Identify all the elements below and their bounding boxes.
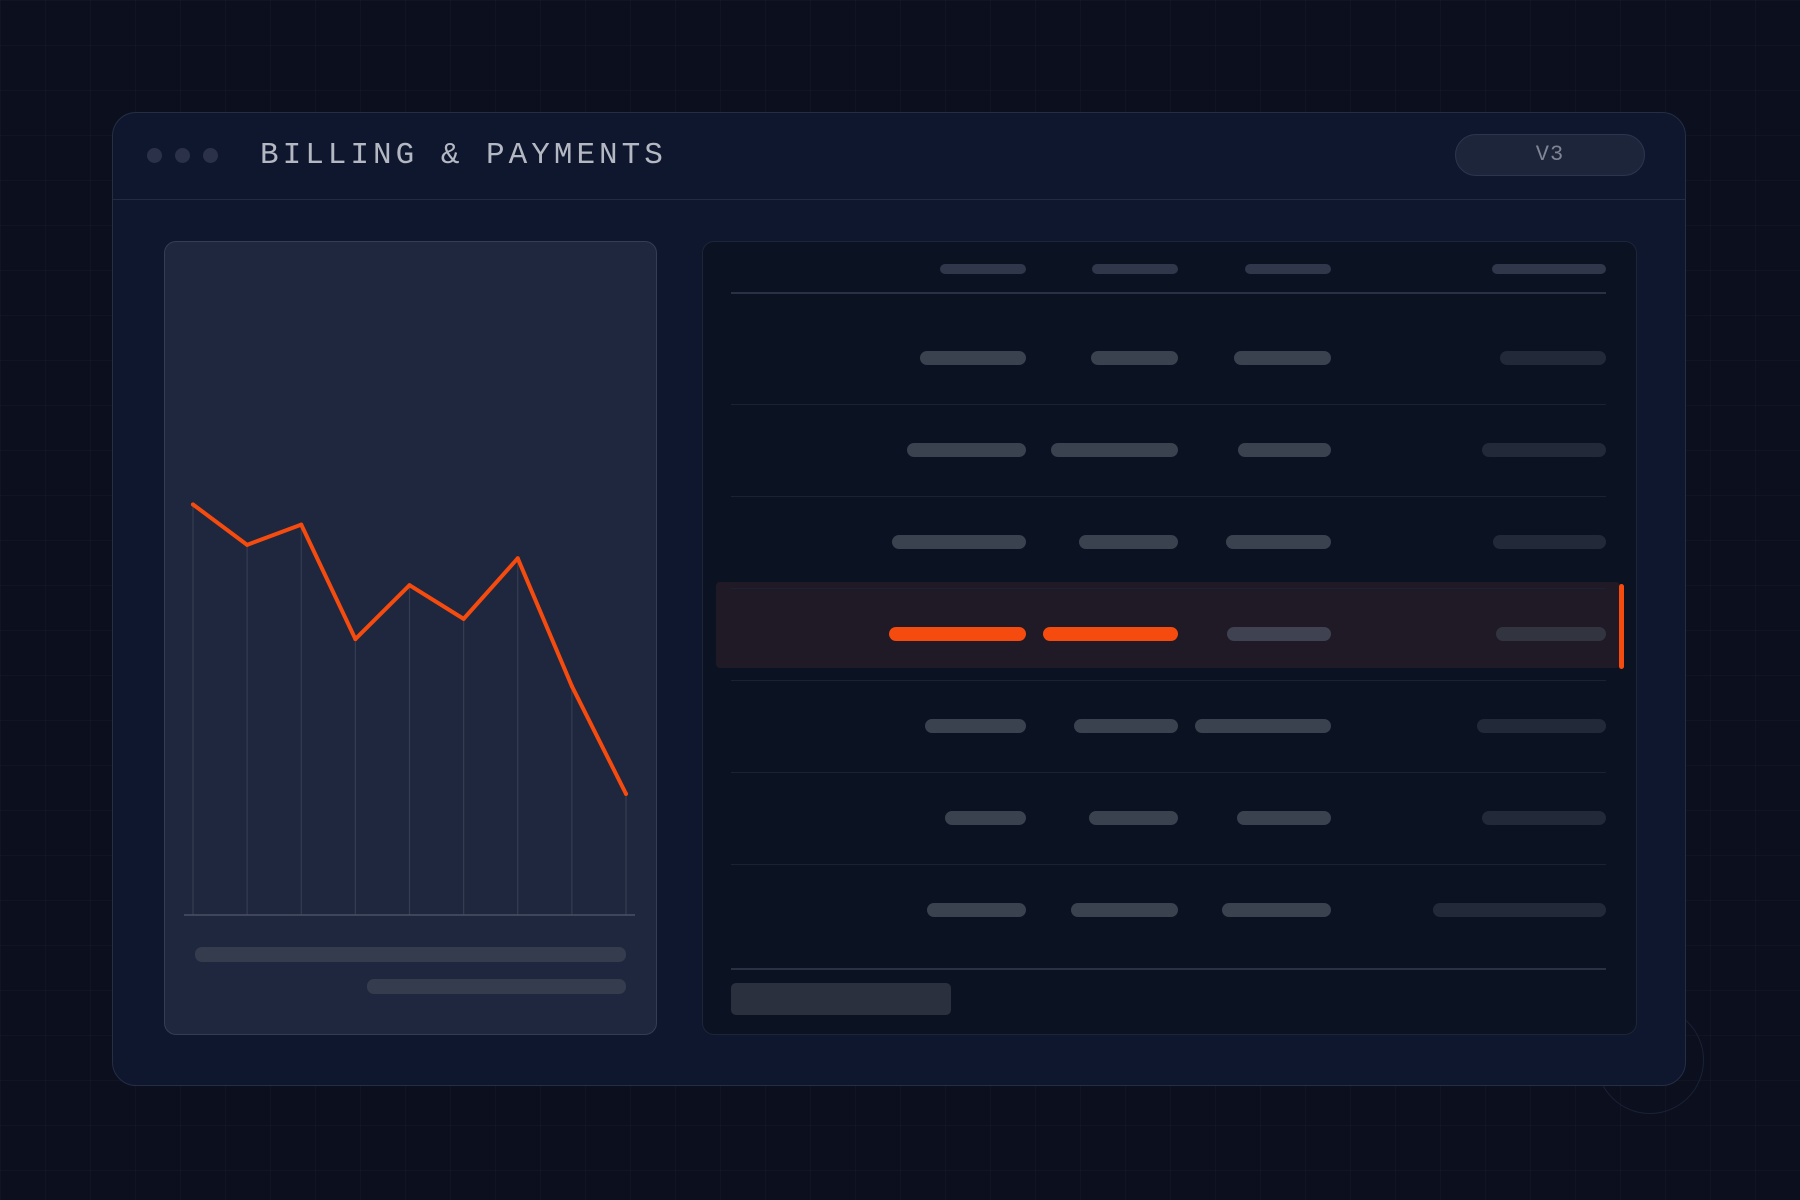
- page-title: BILLING & PAYMENTS: [260, 138, 667, 173]
- chart-card: [164, 241, 657, 1035]
- table-header-cell: [1492, 264, 1606, 274]
- chart-point: [299, 522, 304, 527]
- table-cell: [1433, 903, 1606, 917]
- table-cell: [1074, 719, 1178, 733]
- table-footer-button[interactable]: [731, 983, 951, 1015]
- table-cell: [925, 719, 1026, 733]
- table-row-divider: [731, 772, 1606, 773]
- title-bar: BILLING & PAYMENTS V3: [113, 113, 1685, 200]
- table-row-divider: [731, 864, 1606, 865]
- chart-point: [569, 684, 574, 689]
- table-cell: [945, 811, 1026, 825]
- table-row-divider: [731, 496, 1606, 497]
- table-row-divider: [731, 680, 1606, 681]
- window-dot-close[interactable]: [147, 148, 162, 163]
- chart-point: [191, 502, 195, 507]
- table-cell: [1237, 811, 1331, 825]
- table-header-cell: [1092, 264, 1178, 274]
- table-cell: [1227, 627, 1331, 641]
- table-cell: [1051, 443, 1178, 457]
- table-cell: [1043, 627, 1178, 641]
- chart-point: [353, 637, 358, 642]
- table-cell: [920, 351, 1026, 365]
- table-header-cell: [1245, 264, 1331, 274]
- data-table: [702, 241, 1637, 1035]
- window-dot-minimize[interactable]: [175, 148, 190, 163]
- highlight-marker: [1619, 584, 1624, 669]
- chart-point: [515, 556, 520, 561]
- table-cell: [1234, 351, 1331, 365]
- chart-caption-placeholder: [195, 947, 626, 962]
- chart-point: [407, 583, 412, 588]
- table-footer-divider: [731, 968, 1606, 970]
- version-badge: V3: [1455, 134, 1645, 176]
- chart-point: [245, 542, 250, 547]
- table-cell: [1226, 535, 1331, 549]
- table-cell: [1089, 811, 1178, 825]
- table-header-cell: [940, 264, 1026, 274]
- table-cell: [1496, 627, 1606, 641]
- table-header-divider: [731, 292, 1606, 294]
- line-chart: [184, 502, 635, 916]
- table-row-highlight[interactable]: [716, 582, 1620, 668]
- table-cell: [1477, 719, 1606, 733]
- chart-subcaption-placeholder: [367, 979, 626, 994]
- table-cell: [1493, 535, 1606, 549]
- chart-point: [624, 791, 628, 796]
- table-cell: [1482, 811, 1606, 825]
- table-cell: [1500, 351, 1606, 365]
- table-cell: [1195, 719, 1331, 733]
- table-cell: [1071, 903, 1178, 917]
- app-window: BILLING & PAYMENTS V3: [112, 112, 1686, 1086]
- table-cell: [1091, 351, 1178, 365]
- table-cell: [1222, 903, 1331, 917]
- table-cell: [1238, 443, 1331, 457]
- window-dot-maximize[interactable]: [203, 148, 218, 163]
- table-row-divider: [731, 404, 1606, 405]
- table-cell: [927, 903, 1026, 917]
- chart-point: [461, 616, 466, 621]
- table-cell: [1482, 443, 1606, 457]
- table-cell: [892, 535, 1026, 549]
- table-row-divider: [731, 588, 1606, 589]
- table-cell: [907, 443, 1026, 457]
- table-cell: [1079, 535, 1178, 549]
- table-cell: [889, 627, 1026, 641]
